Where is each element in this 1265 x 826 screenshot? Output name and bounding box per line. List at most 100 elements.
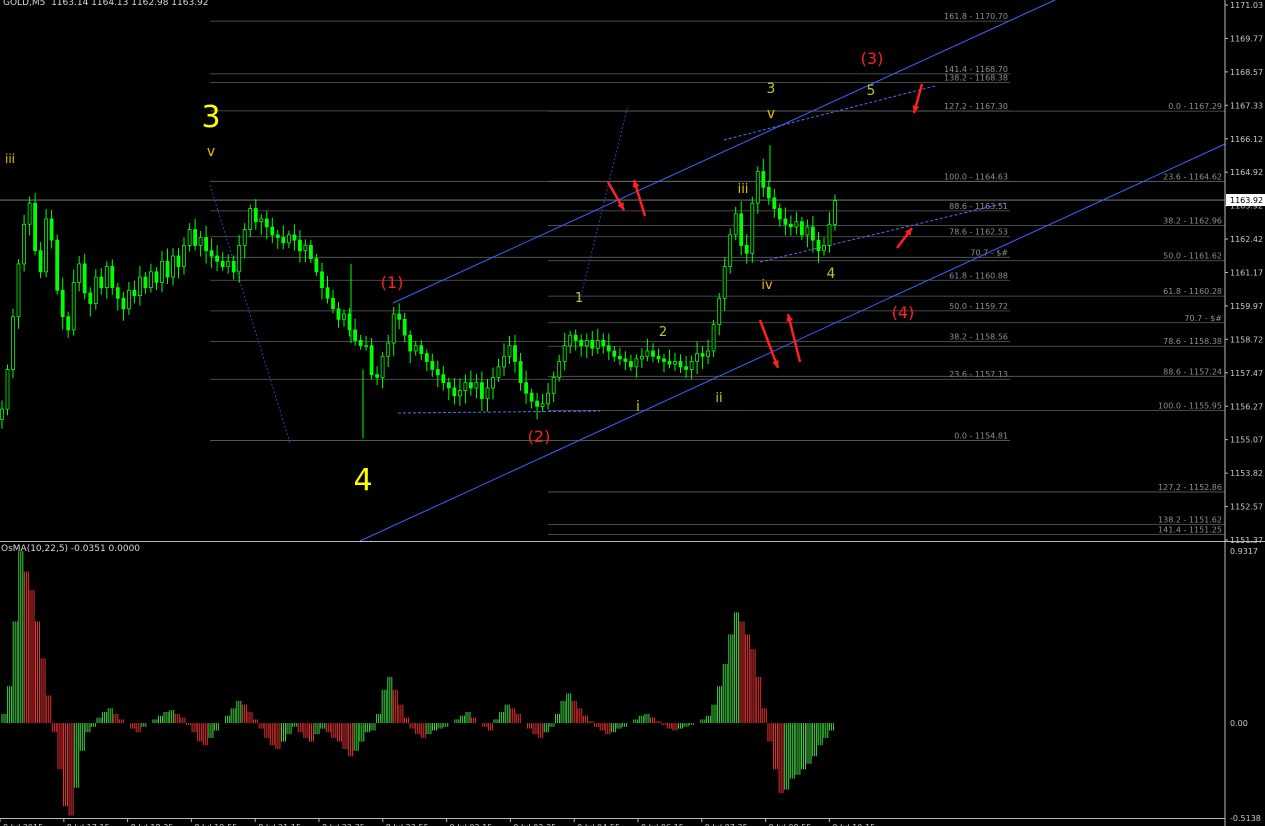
candle-body [601, 339, 606, 347]
candle-body [463, 382, 468, 392]
candle-body [248, 208, 253, 231]
candle-body [148, 271, 153, 288]
candle-body [711, 324, 716, 352]
osma-histogram [1, 551, 834, 816]
wave-label: iii [738, 182, 749, 197]
wave-label: (3) [861, 49, 884, 68]
candle-body [535, 400, 539, 407]
fib-label: 138.2 - 1151.62 [1158, 516, 1222, 525]
fib-label: 127.2 - 1167.30 [944, 102, 1008, 111]
candle-body [270, 226, 275, 236]
price-tick-label: 1168.57 [1230, 68, 1263, 77]
fib-label: 141.4 - 1151.25 [1158, 525, 1222, 534]
candle-body [137, 276, 142, 297]
price-tick-label: 1164.92 [1230, 168, 1263, 177]
candle-body [44, 218, 48, 273]
candle-body [590, 339, 595, 349]
fib-label: 50.0 - 1161.62 [1163, 252, 1222, 261]
candle-body [777, 208, 782, 220]
candle-body [755, 171, 760, 204]
wave-label: 4 [827, 266, 836, 282]
candle-body [513, 345, 517, 362]
candle-body [132, 289, 137, 296]
candle-body [573, 334, 578, 341]
price-chart[interactable]: 161.8 - 1170.70141.4 - 1168.70138.2 - 11… [0, 0, 1265, 826]
candle-body [816, 239, 821, 252]
candle-body [325, 287, 330, 299]
candle-body [215, 255, 220, 262]
candle-body [744, 244, 749, 254]
candle-body [827, 223, 832, 246]
candle-body [452, 387, 457, 397]
candle-body [182, 244, 186, 267]
wave-label: v [767, 106, 775, 122]
candle-body [634, 358, 639, 368]
candle-body [584, 339, 589, 347]
candle-body [16, 263, 21, 318]
price-tick-label: 1152.57 [1230, 503, 1263, 512]
candle-body [789, 223, 793, 228]
candle-body [491, 376, 495, 389]
candle-body [308, 244, 313, 259]
price-tick-label: 1151.37 [1230, 536, 1263, 545]
candle-body [651, 350, 655, 357]
candle-body [11, 316, 15, 370]
candle-body [524, 382, 528, 394]
candle-body [656, 355, 661, 360]
candle-body [154, 271, 159, 283]
wave-label: (2) [528, 427, 551, 446]
candle-body [386, 342, 391, 357]
candle-body [496, 366, 501, 378]
candle-body [733, 213, 738, 236]
candle-body [397, 313, 402, 320]
osc-tick-label: 0.9317 [1230, 547, 1258, 556]
candle-body [468, 382, 473, 389]
wave-label: (1) [381, 273, 404, 292]
candle-body [27, 202, 32, 225]
candle-body [303, 244, 308, 252]
candle-body [783, 218, 788, 225]
candle-body [794, 221, 799, 228]
candle-body [413, 345, 418, 352]
price-tick-label: 1153.82 [1230, 469, 1263, 478]
signal-arrow [758, 319, 780, 369]
price-tick-label: 1169.77 [1230, 34, 1263, 43]
price-tick-label: 1156.27 [1230, 402, 1263, 411]
candle-body [673, 361, 677, 365]
price-tick-label: 1167.33 [1230, 101, 1263, 110]
wave-label: 3 [767, 81, 776, 97]
candle-body [430, 361, 435, 370]
candle-body [518, 361, 523, 384]
fib-label: 161.8 - 1170.70 [944, 12, 1008, 21]
osc-tick-label: -0.5138 [1230, 814, 1261, 823]
candle-body [474, 382, 479, 389]
candle-body [127, 289, 131, 310]
fib-label: 70.7 - $# [1184, 314, 1222, 323]
price-tick-label: 1162.42 [1230, 235, 1263, 244]
candle-body [811, 226, 815, 241]
candle-body [286, 234, 291, 244]
wave-label: 3 [201, 100, 220, 135]
candle-body [700, 353, 705, 357]
candle-body [689, 361, 694, 370]
wave-label: 2 [659, 325, 667, 340]
candle-body [176, 255, 181, 268]
candle-body [595, 339, 600, 349]
candle-body [568, 334, 573, 347]
price-tick-label: 1155.07 [1230, 436, 1263, 445]
candle-body [275, 234, 280, 238]
candle-body [562, 345, 567, 362]
candle-body [606, 345, 611, 352]
axes: 1171.03 1169.77 1168.57 1167.33 1166.12 1164.… [0, 0, 1265, 826]
fib-label: 100.0 - 1155.95 [1158, 401, 1222, 410]
candle-body [402, 318, 407, 336]
candle-body [800, 221, 804, 236]
candle-body [375, 374, 380, 378]
candle-body [358, 339, 363, 347]
candle-body [678, 361, 683, 368]
candle-body [822, 244, 826, 252]
fib-label: 38.2 - 1158.56 [949, 332, 1008, 341]
fib-label: 61.8 - 1160.88 [949, 271, 1008, 280]
candle-body [424, 353, 429, 362]
candle-body [369, 345, 374, 376]
